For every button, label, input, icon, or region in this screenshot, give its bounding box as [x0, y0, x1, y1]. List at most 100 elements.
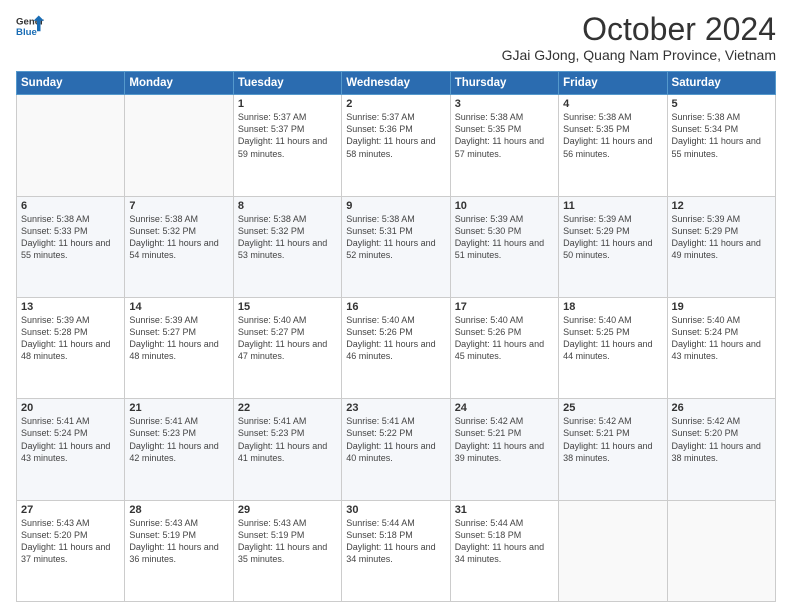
cell-info: Sunrise: 5:41 AM Sunset: 5:22 PM Dayligh…: [346, 415, 445, 464]
cell-info: Sunrise: 5:44 AM Sunset: 5:18 PM Dayligh…: [346, 517, 445, 566]
cell-info: Sunrise: 5:39 AM Sunset: 5:28 PM Dayligh…: [21, 314, 120, 363]
cell-info: Sunrise: 5:39 AM Sunset: 5:29 PM Dayligh…: [563, 213, 662, 262]
day-number: 7: [129, 200, 228, 212]
calendar-cell: 26Sunrise: 5:42 AM Sunset: 5:20 PM Dayli…: [667, 399, 775, 500]
week-row-4: 20Sunrise: 5:41 AM Sunset: 5:24 PM Dayli…: [17, 399, 776, 500]
calendar-cell: 11Sunrise: 5:39 AM Sunset: 5:29 PM Dayli…: [559, 196, 667, 297]
header-monday: Monday: [125, 72, 233, 95]
day-number: 23: [346, 402, 445, 414]
calendar-cell: [559, 500, 667, 601]
cell-info: Sunrise: 5:41 AM Sunset: 5:24 PM Dayligh…: [21, 415, 120, 464]
week-row-1: 1Sunrise: 5:37 AM Sunset: 5:37 PM Daylig…: [17, 95, 776, 196]
calendar-cell: 30Sunrise: 5:44 AM Sunset: 5:18 PM Dayli…: [342, 500, 450, 601]
calendar-cell: [17, 95, 125, 196]
main-title: October 2024: [502, 12, 776, 47]
cell-info: Sunrise: 5:44 AM Sunset: 5:18 PM Dayligh…: [455, 517, 554, 566]
calendar-cell: 6Sunrise: 5:38 AM Sunset: 5:33 PM Daylig…: [17, 196, 125, 297]
header-saturday: Saturday: [667, 72, 775, 95]
day-number: 18: [563, 301, 662, 313]
cell-info: Sunrise: 5:42 AM Sunset: 5:21 PM Dayligh…: [563, 415, 662, 464]
calendar-cell: 28Sunrise: 5:43 AM Sunset: 5:19 PM Dayli…: [125, 500, 233, 601]
cell-info: Sunrise: 5:38 AM Sunset: 5:34 PM Dayligh…: [672, 111, 771, 160]
day-number: 30: [346, 504, 445, 516]
calendar-cell: 5Sunrise: 5:38 AM Sunset: 5:34 PM Daylig…: [667, 95, 775, 196]
day-number: 12: [672, 200, 771, 212]
cell-info: Sunrise: 5:38 AM Sunset: 5:32 PM Dayligh…: [238, 213, 337, 262]
day-number: 9: [346, 200, 445, 212]
cell-info: Sunrise: 5:41 AM Sunset: 5:23 PM Dayligh…: [129, 415, 228, 464]
week-row-3: 13Sunrise: 5:39 AM Sunset: 5:28 PM Dayli…: [17, 297, 776, 398]
day-number: 28: [129, 504, 228, 516]
day-number: 19: [672, 301, 771, 313]
day-number: 26: [672, 402, 771, 414]
page: General Blue October 2024 GJai GJong, Qu…: [0, 0, 792, 612]
calendar-cell: 25Sunrise: 5:42 AM Sunset: 5:21 PM Dayli…: [559, 399, 667, 500]
day-number: 4: [563, 98, 662, 110]
header-wednesday: Wednesday: [342, 72, 450, 95]
calendar-table: Sunday Monday Tuesday Wednesday Thursday…: [16, 71, 776, 602]
calendar-cell: 8Sunrise: 5:38 AM Sunset: 5:32 PM Daylig…: [233, 196, 341, 297]
header: General Blue October 2024 GJai GJong, Qu…: [16, 12, 776, 63]
calendar-cell: 24Sunrise: 5:42 AM Sunset: 5:21 PM Dayli…: [450, 399, 558, 500]
day-number: 22: [238, 402, 337, 414]
day-number: 10: [455, 200, 554, 212]
logo: General Blue: [16, 12, 44, 40]
calendar-cell: 9Sunrise: 5:38 AM Sunset: 5:31 PM Daylig…: [342, 196, 450, 297]
cell-info: Sunrise: 5:37 AM Sunset: 5:37 PM Dayligh…: [238, 111, 337, 160]
cell-info: Sunrise: 5:38 AM Sunset: 5:32 PM Dayligh…: [129, 213, 228, 262]
calendar-cell: [125, 95, 233, 196]
day-number: 27: [21, 504, 120, 516]
cell-info: Sunrise: 5:39 AM Sunset: 5:27 PM Dayligh…: [129, 314, 228, 363]
calendar-cell: 27Sunrise: 5:43 AM Sunset: 5:20 PM Dayli…: [17, 500, 125, 601]
calendar-cell: 2Sunrise: 5:37 AM Sunset: 5:36 PM Daylig…: [342, 95, 450, 196]
calendar-cell: 12Sunrise: 5:39 AM Sunset: 5:29 PM Dayli…: [667, 196, 775, 297]
calendar-cell: 29Sunrise: 5:43 AM Sunset: 5:19 PM Dayli…: [233, 500, 341, 601]
calendar-cell: 23Sunrise: 5:41 AM Sunset: 5:22 PM Dayli…: [342, 399, 450, 500]
calendar-cell: 19Sunrise: 5:40 AM Sunset: 5:24 PM Dayli…: [667, 297, 775, 398]
day-number: 31: [455, 504, 554, 516]
day-number: 17: [455, 301, 554, 313]
cell-info: Sunrise: 5:43 AM Sunset: 5:19 PM Dayligh…: [129, 517, 228, 566]
logo-icon: General Blue: [16, 12, 44, 40]
header-sunday: Sunday: [17, 72, 125, 95]
day-number: 1: [238, 98, 337, 110]
day-number: 8: [238, 200, 337, 212]
calendar-cell: 4Sunrise: 5:38 AM Sunset: 5:35 PM Daylig…: [559, 95, 667, 196]
day-number: 20: [21, 402, 120, 414]
day-number: 29: [238, 504, 337, 516]
cell-info: Sunrise: 5:43 AM Sunset: 5:19 PM Dayligh…: [238, 517, 337, 566]
cell-info: Sunrise: 5:37 AM Sunset: 5:36 PM Dayligh…: [346, 111, 445, 160]
subtitle: GJai GJong, Quang Nam Province, Vietnam: [502, 47, 776, 63]
cell-info: Sunrise: 5:38 AM Sunset: 5:35 PM Dayligh…: [563, 111, 662, 160]
day-number: 16: [346, 301, 445, 313]
day-number: 11: [563, 200, 662, 212]
calendar-cell: 21Sunrise: 5:41 AM Sunset: 5:23 PM Dayli…: [125, 399, 233, 500]
cell-info: Sunrise: 5:40 AM Sunset: 5:27 PM Dayligh…: [238, 314, 337, 363]
svg-text:Blue: Blue: [16, 27, 37, 38]
day-number: 15: [238, 301, 337, 313]
weekday-header-row: Sunday Monday Tuesday Wednesday Thursday…: [17, 72, 776, 95]
cell-info: Sunrise: 5:38 AM Sunset: 5:31 PM Dayligh…: [346, 213, 445, 262]
cell-info: Sunrise: 5:41 AM Sunset: 5:23 PM Dayligh…: [238, 415, 337, 464]
calendar-cell: 10Sunrise: 5:39 AM Sunset: 5:30 PM Dayli…: [450, 196, 558, 297]
cell-info: Sunrise: 5:39 AM Sunset: 5:29 PM Dayligh…: [672, 213, 771, 262]
calendar-cell: 31Sunrise: 5:44 AM Sunset: 5:18 PM Dayli…: [450, 500, 558, 601]
calendar-cell: 17Sunrise: 5:40 AM Sunset: 5:26 PM Dayli…: [450, 297, 558, 398]
calendar-cell: 1Sunrise: 5:37 AM Sunset: 5:37 PM Daylig…: [233, 95, 341, 196]
calendar-cell: 20Sunrise: 5:41 AM Sunset: 5:24 PM Dayli…: [17, 399, 125, 500]
cell-info: Sunrise: 5:42 AM Sunset: 5:21 PM Dayligh…: [455, 415, 554, 464]
day-number: 25: [563, 402, 662, 414]
day-number: 24: [455, 402, 554, 414]
cell-info: Sunrise: 5:40 AM Sunset: 5:24 PM Dayligh…: [672, 314, 771, 363]
cell-info: Sunrise: 5:40 AM Sunset: 5:25 PM Dayligh…: [563, 314, 662, 363]
cell-info: Sunrise: 5:43 AM Sunset: 5:20 PM Dayligh…: [21, 517, 120, 566]
header-friday: Friday: [559, 72, 667, 95]
cell-info: Sunrise: 5:38 AM Sunset: 5:35 PM Dayligh…: [455, 111, 554, 160]
calendar-cell: 3Sunrise: 5:38 AM Sunset: 5:35 PM Daylig…: [450, 95, 558, 196]
day-number: 14: [129, 301, 228, 313]
header-thursday: Thursday: [450, 72, 558, 95]
day-number: 2: [346, 98, 445, 110]
cell-info: Sunrise: 5:38 AM Sunset: 5:33 PM Dayligh…: [21, 213, 120, 262]
week-row-5: 27Sunrise: 5:43 AM Sunset: 5:20 PM Dayli…: [17, 500, 776, 601]
day-number: 3: [455, 98, 554, 110]
